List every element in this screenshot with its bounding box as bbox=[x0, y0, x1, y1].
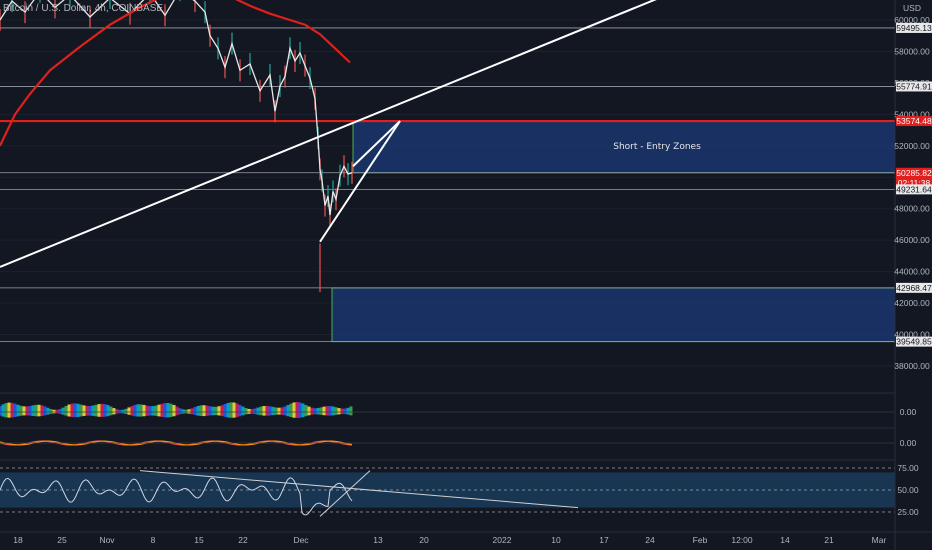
zone-label: Short - Entry Zones bbox=[613, 142, 701, 152]
x-tick-label: Dec bbox=[293, 535, 309, 545]
y-tick-label: 42000.00 bbox=[894, 298, 930, 308]
x-tick-label: 8 bbox=[151, 535, 156, 545]
rsi-tick-label: 25.00 bbox=[897, 507, 919, 517]
x-tick-label: 14 bbox=[780, 535, 790, 545]
x-tick-label: 12:00 bbox=[731, 535, 753, 545]
y-tick-label: 38000.00 bbox=[894, 361, 930, 371]
rsi-tick-label: 75.00 bbox=[897, 463, 919, 473]
price-tag-label: 39549.85 bbox=[896, 337, 932, 347]
y-tick-label: 52000.00 bbox=[894, 141, 930, 151]
x-tick-label: 22 bbox=[238, 535, 248, 545]
y-tick-label: 44000.00 bbox=[894, 267, 930, 277]
x-tick-label: 18 bbox=[13, 535, 23, 545]
price-tag-label: 55774.91 bbox=[896, 81, 932, 91]
short-zone-lower bbox=[331, 287, 896, 343]
price-tag-label: 50285.82 bbox=[896, 168, 932, 178]
oscillator-1-tick: 0.00 bbox=[900, 407, 917, 417]
price-tag-label: 59495.13 bbox=[896, 23, 932, 33]
oscillator-2-tick: 0.00 bbox=[900, 438, 917, 448]
x-tick-label: 21 bbox=[824, 535, 834, 545]
y-tick-label: 48000.00 bbox=[894, 204, 930, 214]
symbol-title: Bitcoin / U.S. Dollar, 4h, COINBASE bbox=[3, 3, 163, 14]
x-tick-label: Feb bbox=[693, 535, 708, 545]
y-tick-label: 46000.00 bbox=[894, 235, 930, 245]
x-tick-label: Mar bbox=[872, 535, 887, 545]
x-tick-label: 17 bbox=[599, 535, 609, 545]
rsi-tick-label: 50.00 bbox=[897, 485, 919, 495]
x-tick-label: 25 bbox=[57, 535, 67, 545]
x-tick-label: 2022 bbox=[493, 535, 512, 545]
x-tick-label: 20 bbox=[419, 535, 429, 545]
currency-label: USD bbox=[903, 3, 921, 13]
x-tick-label: 13 bbox=[373, 535, 383, 545]
x-tick-label: 10 bbox=[551, 535, 561, 545]
y-tick-label: 58000.00 bbox=[894, 46, 930, 56]
price-tag-label: 42968.47 bbox=[896, 283, 932, 293]
price-tag-label: 53574.48 bbox=[896, 116, 932, 126]
chart-root: Short - Entry Zones 60000.0058000.005600… bbox=[0, 0, 932, 550]
price-tag-label: 49231.64 bbox=[896, 184, 932, 194]
x-tick-label: 15 bbox=[194, 535, 204, 545]
x-tick-label: Nov bbox=[99, 535, 115, 545]
x-tick-label: 24 bbox=[645, 535, 655, 545]
